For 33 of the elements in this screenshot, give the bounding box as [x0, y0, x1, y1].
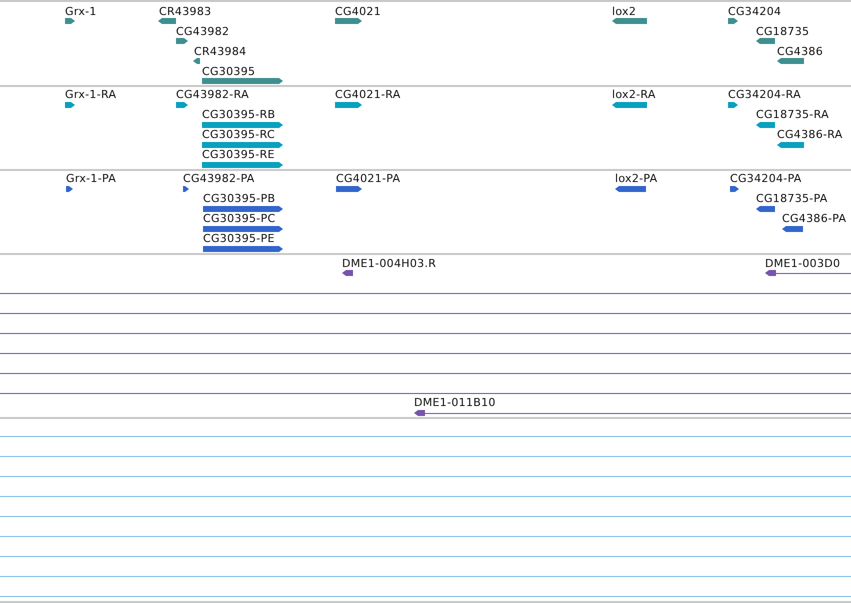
feature-label: CG30395-RC: [202, 128, 275, 141]
feature-label: Grx-1-RA: [65, 88, 116, 101]
feature-label: DME1-004H03.R: [342, 257, 436, 270]
feature-label: CG30395-RB: [202, 108, 276, 121]
feature-label: CG30395: [202, 65, 256, 78]
feature-label: Grx-1: [65, 5, 97, 18]
feature-label: CG18735-RA: [756, 108, 829, 121]
feature-label: CG18735-PA: [756, 192, 828, 205]
feature-label: lox2-RA: [612, 88, 656, 101]
feature-label: CG4021: [335, 5, 381, 18]
feature-label: CG4021-PA: [336, 172, 400, 185]
feature-label: CG18735: [756, 25, 810, 38]
feature-label: CG4386: [777, 45, 823, 58]
feature-label: CG30395-RE: [202, 148, 275, 161]
feature-label: Grx-1-PA: [66, 172, 116, 185]
feature-label: CG34204-RA: [728, 88, 801, 101]
feature-label: CR43983: [159, 5, 212, 18]
feature-label: CG43982-PA: [183, 172, 255, 185]
feature-label: CG43982-RA: [176, 88, 249, 101]
feature-label: DME1-003D0: [765, 257, 840, 270]
feature-label: CG30395-PC: [203, 212, 276, 225]
feature-label: CR43984: [194, 45, 246, 58]
feature-label: lox2-PA: [615, 172, 658, 185]
feature-label: lox2: [612, 5, 636, 18]
feature-label: CG34204-PA: [730, 172, 802, 185]
feature-label: CG34204: [728, 5, 782, 18]
feature-label: CG30395-PB: [203, 192, 276, 205]
feature-label: CG30395-PE: [203, 232, 275, 245]
feature-label: CG4386-PA: [782, 212, 846, 225]
feature-label: CG4021-RA: [335, 88, 401, 101]
feature-label: DME1-011B10: [414, 396, 496, 409]
feature-label: CG4386-RA: [777, 128, 843, 141]
feature-label: CG43982: [176, 25, 230, 38]
